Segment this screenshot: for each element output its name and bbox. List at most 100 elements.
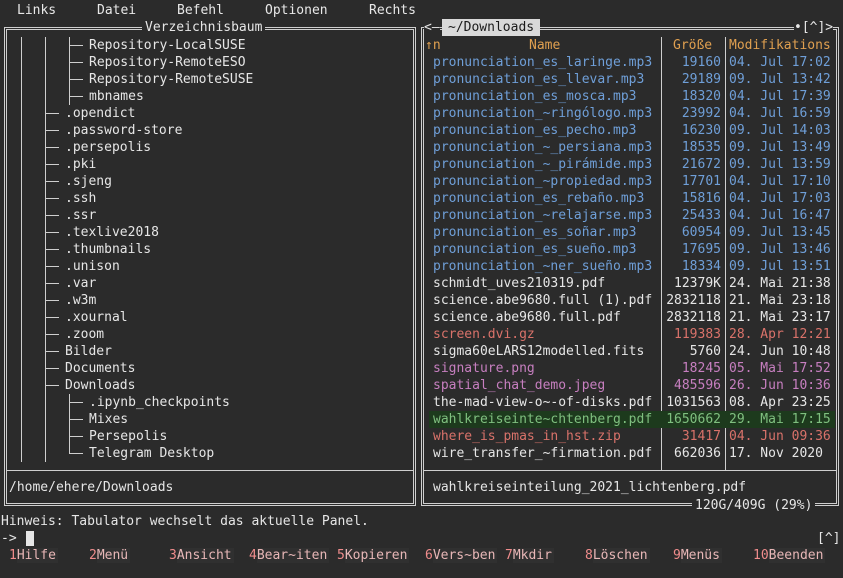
file-row[interactable]: screen.dvi.gz 119383 28. Apr 12:21 [429,326,835,343]
menu-rechts[interactable]: Rechts [369,2,416,20]
file-size: 17701 [681,174,721,189]
tree-guide-line [21,207,22,224]
fkey-label: Vers~ben [432,548,498,563]
tree-branch-line [45,249,59,250]
file-modified: 09. Jul 13:49 [729,140,831,155]
file-name: spatial_chat_demo.jpeg [433,378,606,393]
fkey-number: 8 [585,548,593,563]
tree-item-label: .persepolis [65,140,152,155]
sort-indicator[interactable]: ↑n [425,37,441,54]
tree-branch-line [69,436,83,437]
file-size: 119383 [674,327,721,342]
fkey-label: Löschen [592,548,650,563]
tree-guide-line [21,173,22,190]
fkey-hilfe[interactable]: 1Hilfe [9,547,58,564]
menu-datei[interactable]: Datei [97,2,136,20]
fkey-beenden[interactable]: 10Beenden [753,547,826,564]
file-row[interactable]: pronunciation_es_rebaño.mp3 15816 04. Jul … [429,190,835,207]
fkey-versben[interactable]: 6Vers~ben [425,547,498,564]
file-row[interactable]: spatial_chat_demo.jpeg 485596 26. Jun 10:3… [429,377,835,394]
panel-left-marker[interactable]: <— [424,19,440,36]
file-modified: 08. Apr 23:25 [729,395,831,410]
tree-branch-line [45,300,59,301]
tree-guide-line [21,309,22,326]
right-panel-title: ~/Downloads [442,19,541,36]
file-row[interactable]: science.abe9680.full (1).pdf 2832118 21. M… [429,292,835,309]
hint-text: Hinweis: Tabulator wechselt das aktuelle… [1,514,369,529]
file-row[interactable]: pronunciation_es_sueño.mp3 17695 09. Jul 1… [429,241,835,258]
file-modified: 28. Apr 12:21 [729,327,831,342]
file-row[interactable]: schmidt_uves210319.pdf 12379K 24. Mai 21:3… [429,275,835,292]
tree-branch-line [69,419,83,420]
tree-guide-line [21,292,22,309]
fkey-mens[interactable]: 9Menüs [673,547,722,564]
history-marker[interactable]: [^] [817,530,840,547]
file-row[interactable]: pronunciation_es_soñar.mp3 60954 09. Jul 1… [429,224,835,241]
file-size: 31417 [681,429,721,444]
tree-item-label: Documents [65,361,136,376]
tree-guide-line [21,71,22,88]
file-name: science.abe9680.full (1).pdf [433,293,653,308]
file-row[interactable]: wahlkreiseinte~chtenberg.pdf 1650662 29. M… [429,411,835,428]
fkey-mkdir[interactable]: 7Mkdir [505,547,554,564]
file-modified: 24. Jun 10:48 [729,344,831,359]
panel-right-marker[interactable]: •[^]> [794,19,834,36]
tree-guide-line [45,428,46,445]
file-name: pronunciation_es_mosca.mp3 [433,89,637,104]
file-modified: 24. Mai 21:38 [729,276,831,291]
file-name: pronunciation_es_soñar.mp3 [433,225,637,240]
file-row[interactable]: pronunciation_es_mosca.mp3 18320 04. Jul 1… [429,88,835,105]
tree-item-label: Downloads [65,378,136,393]
function-key-bar: 1Hilfe 2Menü 3Ansicht 4Bear~iten 5Kopieren 6V… [0,547,843,565]
fkey-number: 5 [337,548,345,563]
file-row[interactable]: pronunciation_~ner_sueño.mp3 18334 09. Jul… [429,258,835,275]
menu-befehl[interactable]: Befehl [177,2,224,20]
tree-branch-line [45,113,59,114]
file-row[interactable]: science.abe9680.full.pdf 2832118 21. Mai 2… [429,309,835,326]
file-row[interactable]: where_is_pmas_in_hst.zip 31417 04. Jun 09:… [429,428,835,445]
tree-guide-line [21,122,22,139]
file-modified: 09. Jul 13:45 [729,225,831,240]
file-row[interactable]: pronunciation_~_pirámide.mp3 21672 09. Jul… [429,156,835,173]
modified-column-header[interactable]: Modifikations [729,37,831,54]
file-row[interactable]: pronunciation_~propiedad.mp3 17701 04. Jul… [429,173,835,190]
file-size: 18320 [681,89,721,104]
file-size: 1650662 [666,412,721,427]
menu-optionen[interactable]: Optionen [265,2,328,20]
file-row[interactable]: signature.png 18245 05. Mai 17:52 [429,360,835,377]
tree-item-label: .pki [65,157,97,172]
fkey-kopieren[interactable]: 5Kopieren [337,547,410,564]
fkey-men[interactable]: 2Menü [89,547,131,564]
tree-item-label: .thumbnails [65,242,152,257]
file-name: pronunciation_es_sueño.mp3 [433,242,637,257]
file-modified: 09. Jul 13:59 [729,157,831,172]
file-row[interactable]: pronunciation_~_persiana.mp3 18535 09. Jul… [429,139,835,156]
tree-branch-line [69,402,83,403]
file-row[interactable]: pronunciation_es_laringe.mp3 19160 04. Jul… [429,54,835,71]
file-size: 662036 [674,446,721,461]
file-row[interactable]: pronunciation_es_pecho.mp3 16230 09. Jul 1… [429,122,835,139]
file-modified: 17. Nov 2020 [729,446,823,461]
file-modified: 09. Jul 13:51 [729,259,831,274]
file-row[interactable]: sigma60eLARS12modelled.fits 5760 24. Jun 1… [429,343,835,360]
tree-guide-line [21,54,22,71]
tree-item-label: .password-store [65,123,183,138]
fkey-number: 10 [753,548,769,563]
tree-item-label: Repository-RemoteESO [89,55,246,70]
menu-links[interactable]: Links [17,2,56,20]
file-row[interactable]: the-mad-view-o~-of-disks.pdf 1031563 08. A… [429,394,835,411]
file-row[interactable]: pronunciation_~relajarse.mp3 25433 04. Jul… [429,207,835,224]
file-row[interactable]: pronunciation_~ringólogo.mp3 23992 04. Jul… [429,105,835,122]
tree-guide-line [45,88,46,105]
size-column-header[interactable]: Größe [673,37,712,54]
file-row[interactable]: pronunciation_es_llevar.mp3 29189 09. Jul … [429,71,835,88]
tree-branch-line [45,266,59,267]
fkey-ansicht[interactable]: 3Ansicht [169,547,234,564]
name-column-header[interactable]: Name [529,37,560,54]
file-row[interactable]: wire_transfer_~firmation.pdf 662036 17. No… [429,445,835,462]
disk-usage: 120G/409G (29%) [692,497,816,514]
fkey-lschen[interactable]: 8Löschen [585,547,650,564]
file-size: 15816 [681,191,721,206]
fkey-beariten[interactable]: 4Bear~iten [249,547,330,564]
file-list-header: ↑n Name Größe Modifikations [425,37,835,54]
